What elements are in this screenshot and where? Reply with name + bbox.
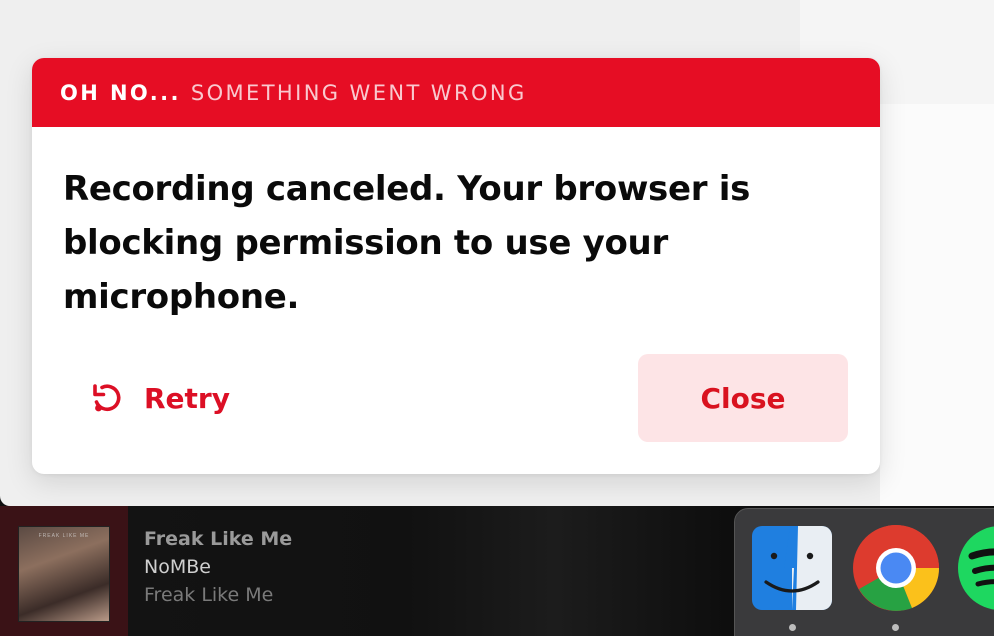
- dialog-header-subtitle: SOMETHING WENT WRONG: [190, 80, 527, 105]
- dialog-header: OH NO... SOMETHING WENT WRONG: [32, 58, 880, 127]
- album-art-text: FREAK LIKE ME: [38, 533, 90, 539]
- track-title[interactable]: Freak Like Me: [144, 528, 292, 550]
- running-indicator: [789, 624, 796, 631]
- retry-icon: [90, 381, 124, 415]
- spotify-icon[interactable]: [958, 526, 994, 610]
- browser-window: OH NO... SOMETHING WENT WRONG Recording …: [0, 0, 994, 506]
- retry-button[interactable]: Retry: [90, 374, 230, 422]
- dialog-message: Recording canceled. Your browser is bloc…: [63, 169, 751, 317]
- album-art-frame: FREAK LIKE ME: [0, 506, 128, 636]
- dialog-header-title: OH NO...: [60, 80, 181, 105]
- retry-label: Retry: [144, 381, 230, 415]
- chrome-icon[interactable]: [852, 524, 940, 612]
- track-album[interactable]: Freak Like Me: [144, 584, 273, 606]
- error-dialog: OH NO... SOMETHING WENT WRONG Recording …: [32, 58, 880, 474]
- close-button[interactable]: Close: [638, 354, 848, 442]
- album-art[interactable]: FREAK LIKE ME: [18, 526, 110, 622]
- now-playing-bar: FREAK LIKE ME: [0, 506, 740, 636]
- track-artist[interactable]: NoMBe: [144, 556, 211, 578]
- background-panel: [880, 104, 994, 506]
- running-indicator: [892, 624, 899, 631]
- finder-icon[interactable]: [752, 526, 832, 610]
